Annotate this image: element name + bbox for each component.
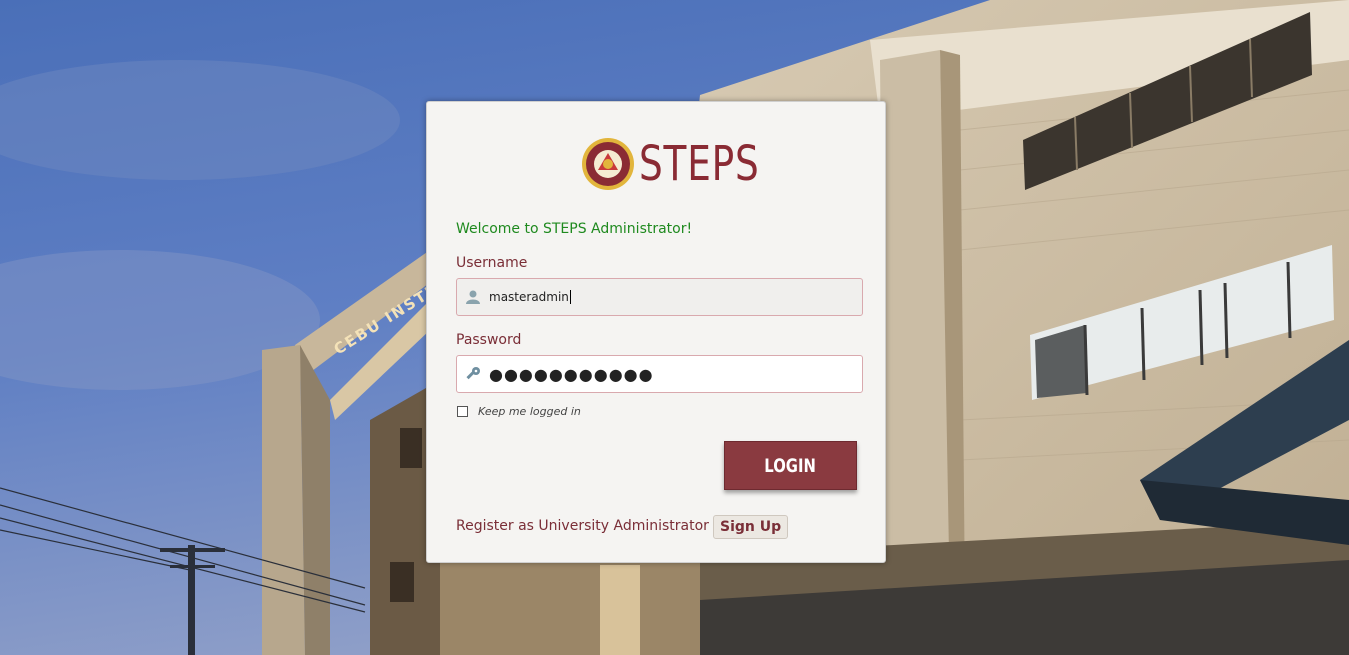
register-text: Register as University Administrator [456,518,709,534]
text-caret [569,290,571,304]
logo: STEPS [581,138,794,190]
sign-up-button[interactable]: Sign Up [713,515,789,539]
logo-text: STEPS [639,136,760,192]
username-field[interactable]: masteradmin [456,278,863,316]
username-label: Username [456,255,528,271]
school-seal-icon [582,138,634,190]
welcome-message: Welcome to STEPS Administrator! [456,221,693,237]
user-icon [457,279,489,315]
login-card: STEPS Welcome to STEPS Administrator! Us… [426,101,886,563]
remember-me[interactable]: Keep me logged in [457,405,581,418]
login-button[interactable]: LOGIN [724,441,857,490]
username-value: masteradmin [489,290,569,304]
password-field[interactable]: ●●●●●●●●●●● [456,355,863,393]
login-button-label: LOGIN [764,454,817,477]
password-label: Password [456,332,522,348]
password-value: ●●●●●●●●●●● [489,364,654,384]
remember-label: Keep me logged in [478,405,581,418]
remember-checkbox[interactable] [457,406,468,417]
key-icon [457,356,489,392]
